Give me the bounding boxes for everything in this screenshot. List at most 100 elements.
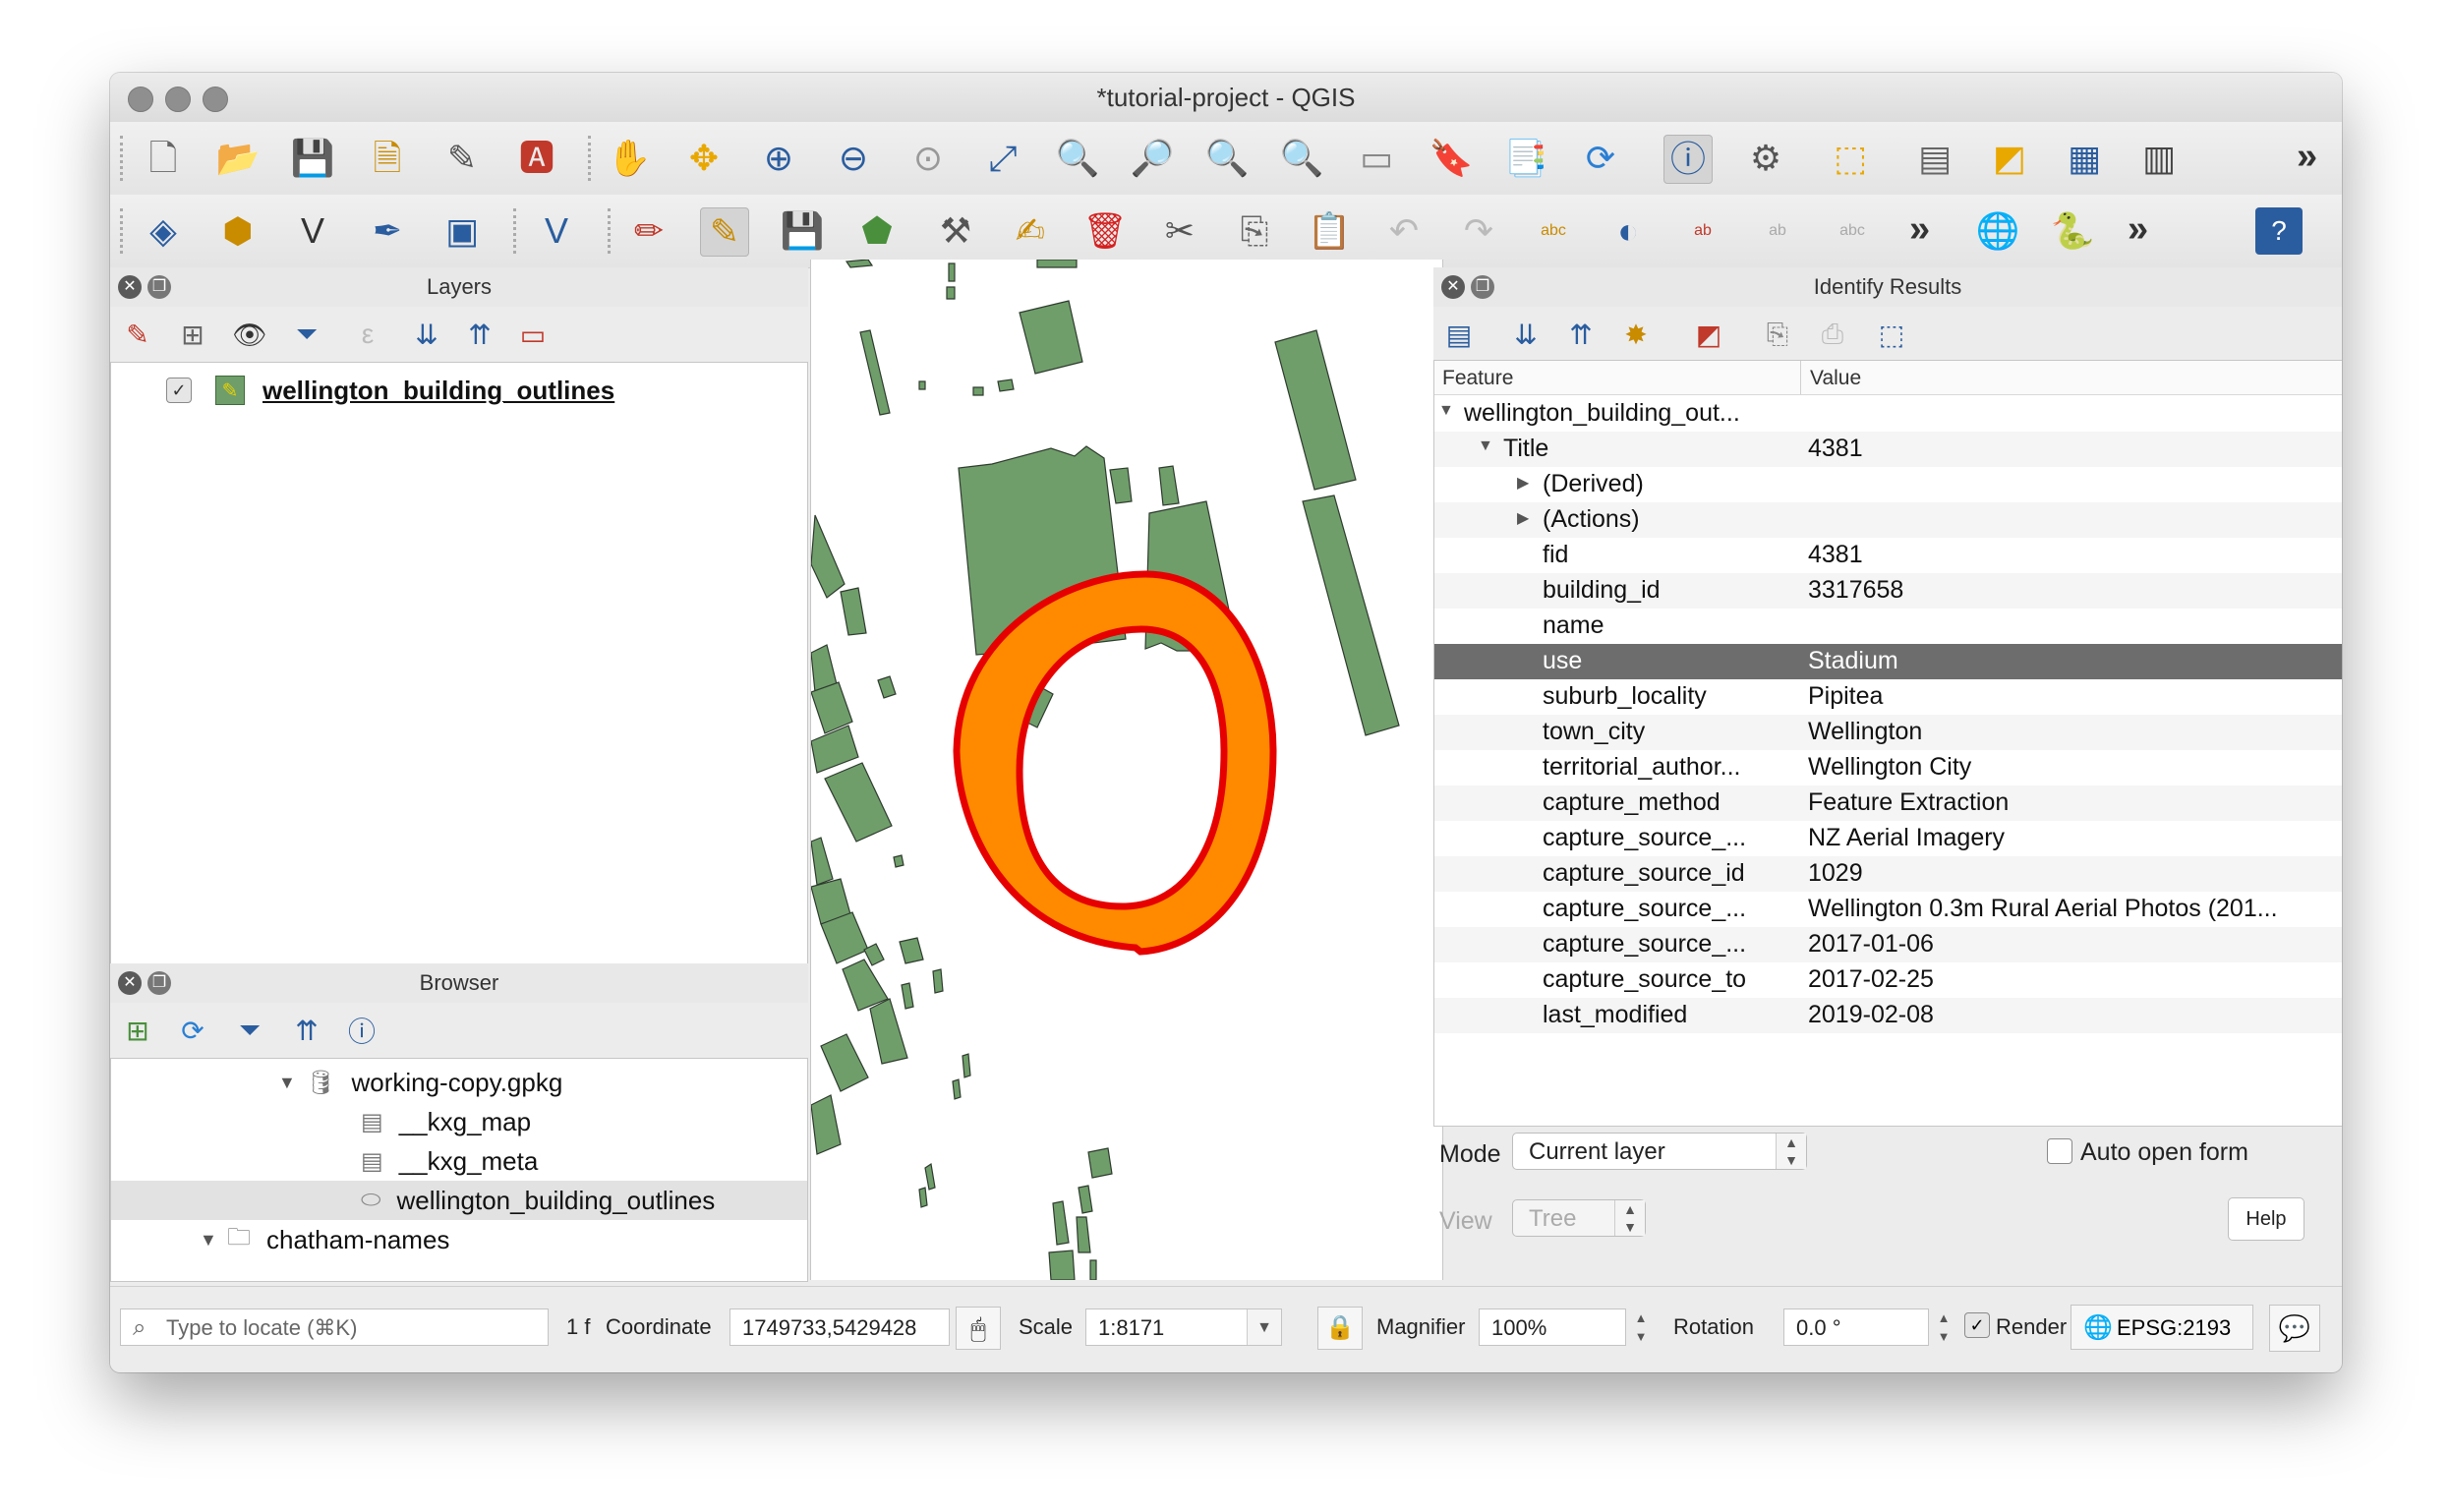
expand-arrow-icon[interactable]: ▼ <box>200 1230 227 1250</box>
feature-column-header[interactable]: Feature <box>1442 367 1513 390</box>
help-button[interactable]: Help <box>2228 1197 2304 1241</box>
add-delimited-text-icon[interactable]: ✒ <box>364 207 411 255</box>
float-panel-icon[interactable]: ❐ <box>147 275 171 299</box>
add-selected-layers-icon[interactable]: ⊞ <box>120 1013 155 1048</box>
scale-field[interactable]: 1:8171 ▼ <box>1085 1308 1282 1346</box>
copy-feature-icon[interactable]: ⎘ <box>1760 317 1795 352</box>
remove-layer-icon[interactable]: ▭ <box>515 317 551 352</box>
zoom-out-icon[interactable]: ⊖ <box>830 135 877 182</box>
copy-features-icon[interactable]: ⎘ <box>1231 207 1278 255</box>
toolbar-overflow-icon[interactable]: » <box>2297 136 2317 178</box>
identify-row[interactable]: building_id 3317658 <box>1434 573 2342 609</box>
add-vector-layer-icon[interactable]: V <box>289 207 336 255</box>
run-feature-action-icon[interactable]: ⚙ <box>1742 135 1789 182</box>
identify-row[interactable]: capture_source_id 1029 <box>1434 856 2342 892</box>
mode-select[interactable]: Current layer ▲ ▼ <box>1512 1133 1807 1170</box>
expand-arrow-icon[interactable]: ▶ <box>1517 473 1529 493</box>
open-form-icon[interactable]: ▤ <box>1441 317 1477 352</box>
pan-map-icon[interactable]: ✋ <box>606 135 653 182</box>
add-raster-layer-icon[interactable]: ⬢ <box>214 207 262 255</box>
measure-icon[interactable]: ▥ <box>2135 135 2183 182</box>
modify-attributes-icon[interactable]: ✍ <box>1007 207 1054 255</box>
identify-row[interactable]: ▼ Title 4381 <box>1434 432 2342 467</box>
identify-row[interactable]: name <box>1434 609 2342 644</box>
expand-arrow-icon[interactable]: ▼ <box>1478 437 1493 455</box>
open-attribute-table-icon[interactable]: ▤ <box>1911 135 1958 182</box>
toolbar-overflow-icon[interactable]: » <box>2128 208 2148 251</box>
coordinate-field[interactable]: 1749733,5429428 <box>729 1308 950 1346</box>
style-manager-icon[interactable]: 🅰 <box>513 135 560 182</box>
highlight-pinned-labels-icon[interactable]: ab <box>1679 207 1726 255</box>
layout-manager-icon[interactable]: ✎ <box>438 135 486 182</box>
delete-selected-icon[interactable]: 🗑 <box>1081 207 1129 255</box>
identify-row[interactable]: use Stadium <box>1434 644 2342 679</box>
filter-expression-icon[interactable]: ε <box>350 317 385 352</box>
zoom-native-icon[interactable]: ⊙ <box>904 135 952 182</box>
deselect-all-icon[interactable]: ◩ <box>1986 135 2033 182</box>
save-edits-icon[interactable]: 💾 <box>779 207 826 255</box>
save-project-icon[interactable]: 💾 <box>289 135 336 182</box>
lock-scale-icon[interactable]: 🔒 <box>1317 1307 1363 1350</box>
expand-tree-icon[interactable]: ⇊ <box>1508 317 1544 352</box>
close-panel-icon[interactable]: ✕ <box>118 971 142 995</box>
identify-row[interactable]: ▶ (Actions) <box>1434 502 2342 538</box>
paste-features-icon[interactable]: 📋 <box>1306 207 1353 255</box>
browser-item-folder[interactable]: ▼ 🗀 chatham-names <box>200 1220 449 1259</box>
browser-item-gpkg[interactable]: ▼ 🛢 working-copy.gpkg <box>278 1063 562 1102</box>
current-edits-icon[interactable]: ✏ <box>625 207 672 255</box>
view-select[interactable]: Tree ▲ ▼ <box>1512 1199 1646 1237</box>
value-column-header[interactable]: Value <box>1810 367 1861 390</box>
undo-icon[interactable]: ↶ <box>1380 207 1428 255</box>
clear-results-icon[interactable]: ◩ <box>1691 317 1726 352</box>
toolbar-overflow-icon[interactable]: » <box>1909 208 1930 251</box>
identify-row[interactable]: town_city Wellington <box>1434 715 2342 750</box>
render-checkbox[interactable]: ✓ <box>1964 1312 1990 1338</box>
toggle-editing-icon[interactable]: ✎ <box>700 207 749 257</box>
map-features[interactable] <box>811 260 1442 1280</box>
open-project-icon[interactable]: 📂 <box>214 135 262 182</box>
label-toolbar-icon[interactable]: abc <box>1530 207 1577 255</box>
map-canvas[interactable] <box>810 260 1443 1280</box>
redo-icon[interactable]: ↷ <box>1455 207 1502 255</box>
rotation-stepper[interactable]: ▲ ▼ <box>1933 1308 1954 1346</box>
toolbar-grip[interactable] <box>608 208 614 254</box>
locator-search-input[interactable]: ⌕ Type to locate (⌘K) <box>120 1308 549 1346</box>
identify-row[interactable]: ▼ wellington_building_out... <box>1434 396 2342 432</box>
identify-row[interactable]: suburb_locality Pipitea <box>1434 679 2342 715</box>
browser-item-layer[interactable]: ⬭ wellington_building_outlines <box>111 1181 807 1220</box>
toolbar-grip[interactable] <box>120 208 127 254</box>
new-print-layout-icon[interactable]: 🗎 <box>364 135 411 182</box>
expand-arrow-icon[interactable]: ▶ <box>1517 508 1529 528</box>
statistical-summary-icon[interactable]: ▦ <box>2061 135 2108 182</box>
filter-legend-icon[interactable]: ⏷ <box>289 317 324 352</box>
add-polygon-icon[interactable]: ⬟ <box>853 207 901 255</box>
identify-row[interactable]: capture_source_... 2017-01-06 <box>1434 927 2342 962</box>
expand-all-icon[interactable]: ⇊ <box>409 317 444 352</box>
identify-row[interactable]: capture_method Feature Extraction <box>1434 785 2342 821</box>
web-plugin-icon[interactable]: 🌐 <box>1974 207 2021 255</box>
identify-row[interactable]: fid 4381 <box>1434 538 2342 573</box>
collapse-browser-icon[interactable]: ⇈ <box>289 1013 324 1048</box>
layer-visibility-checkbox[interactable]: ✓ <box>166 378 192 403</box>
chevron-down-icon[interactable]: ▼ <box>1247 1309 1281 1345</box>
browser-item-table[interactable]: ▤ __kxg_map <box>361 1102 531 1141</box>
manage-visibility-icon[interactable]: 👁 <box>232 317 267 352</box>
identify-row[interactable]: ▶ (Derived) <box>1434 467 2342 502</box>
vertex-tool-icon[interactable]: ⚒ <box>932 207 979 255</box>
filter-browser-icon[interactable]: ⏷ <box>232 1013 267 1048</box>
zoom-next-icon[interactable]: 🔍 <box>1278 135 1325 182</box>
new-project-icon[interactable]: 🗋 <box>140 135 187 182</box>
layer-diagram-icon[interactable]: ◐ <box>1604 207 1652 255</box>
pan-to-selection-icon[interactable]: ✥ <box>680 135 728 182</box>
auto-open-form-checkbox[interactable] <box>2047 1138 2072 1164</box>
cut-features-icon[interactable]: ✂ <box>1156 207 1203 255</box>
zoom-to-layer-icon[interactable]: 🔎 <box>1129 135 1176 182</box>
refresh-icon[interactable]: ⟳ <box>1577 135 1624 182</box>
crs-button[interactable]: 🌐 EPSG:2193 <box>2071 1305 2253 1350</box>
rotation-field[interactable]: 0.0 ° <box>1783 1308 1929 1346</box>
close-panel-icon[interactable]: ✕ <box>118 275 142 299</box>
zoom-last-icon[interactable]: 🔍 <box>1203 135 1251 182</box>
print-response-icon[interactable]: ⎙ <box>1815 317 1850 352</box>
magnifier-field[interactable]: 100% <box>1479 1308 1626 1346</box>
toolbar-grip[interactable] <box>120 136 127 181</box>
